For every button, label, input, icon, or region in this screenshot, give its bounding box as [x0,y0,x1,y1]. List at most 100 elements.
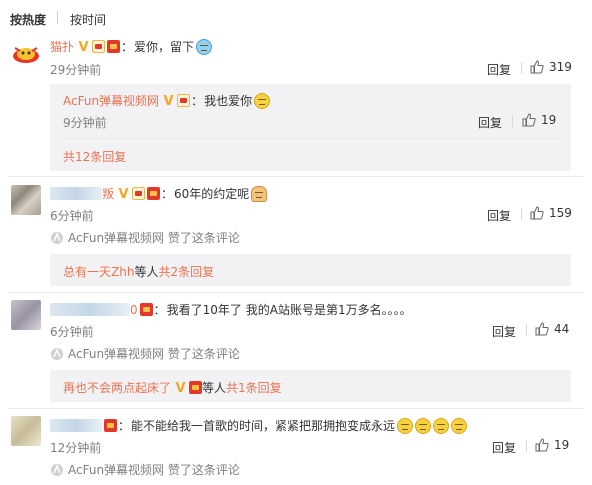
separator [521,208,522,220]
sub-reply-username[interactable]: AcFun弹幕视频网 [63,92,159,109]
separator [526,440,527,452]
sort-by-hot-tab[interactable]: 按热度 [10,11,46,28]
shy-emoji-icon [254,92,271,109]
comment-2-time: 6分钟前 [50,209,94,223]
vip-badge-icon [92,40,106,53]
colon: ： [121,40,134,54]
divider [60,138,561,139]
comment-1-like-count: 319 [549,60,572,74]
comment-3-time: 6分钟前 [50,325,94,339]
reply-user-link[interactable]: 总有一天Zhh [63,263,134,280]
shy-emoji-icon [451,417,468,434]
blurred-username [50,187,102,200]
crying-emoji-icon [196,38,213,55]
comment-4-reply-button[interactable]: 回复 [492,439,516,456]
comment-4-text: 能不能给我一首歌的时间，紧紧把那拥抱变成永远 [131,419,396,433]
comment-2-line: 叛 V ： 60年的约定呢 [50,185,268,202]
separator [526,324,527,336]
separator [512,115,513,127]
comment-4-time: 12分钟前 [50,441,102,455]
verified-v-icon: V [163,94,174,109]
comment-3-like-count: 44 [554,322,570,336]
comment-1-like-button[interactable]: 319 [530,60,572,74]
red-badge-icon [104,419,117,432]
acfun-logo-icon [51,463,63,476]
comment-1-line: 猫扑 V ： 爱你，留下 [50,38,213,55]
shy-emoji-icon [397,417,414,434]
sub-reply-text: 我也爱你 [204,94,253,108]
sort-separator [57,11,58,24]
shy-emoji-icon [433,417,450,434]
colon: ： [153,303,166,317]
divider [8,176,584,177]
vip-badge-icon [177,94,191,107]
comment-3-username[interactable]: 0 [130,303,138,317]
shy-emoji-icon [415,417,432,434]
comment-4-liked-by: AcFun弹幕视频网 赞了这条评论 [50,461,240,478]
comment-3-replies-summary: 再也不会两点起床了 V 等人 共1条回复 [63,379,282,396]
verified-v-icon: V [78,40,89,55]
separator [521,62,522,74]
comment-4-line: ： 能不能给我一首歌的时间，紧紧把那拥抱变成永远 [50,417,468,434]
divider [8,408,584,409]
red-badge-icon [139,303,153,316]
comment-4-like-count: 19 [554,438,570,452]
comment-1-text: 爱你，留下 [134,40,195,54]
red-badge-icon [147,187,161,200]
comment-3-liked-by: AcFun弹幕视频网 赞了这条评论 [50,345,240,362]
thumb-up-icon [535,322,549,336]
reply-user-link[interactable]: 再也不会两点起床了 [63,379,171,396]
colon: ： [161,187,174,201]
comment-2-reply-button[interactable]: 回复 [487,207,511,224]
liked-by-text: AcFun弹幕视频网 赞了这条评论 [68,463,240,477]
comment-4-like-button[interactable]: 19 [535,438,569,452]
comment-3-line: 0 ： 我看了10年了 我的A站账号是第1万多名。。。。 [50,301,412,318]
comment-3-more-replies-link[interactable]: 共1条回复 [226,379,282,396]
thumb-up-icon [530,60,544,74]
red-badge-icon [189,381,203,394]
comment-2-username[interactable]: 叛 [102,185,114,202]
liked-by-text: AcFun弹幕视频网 赞了这条评论 [68,231,240,245]
avatar-comment-2[interactable] [11,185,41,215]
vip-badge-icon [132,187,146,200]
comment-1-sub-line: AcFun弹幕视频网 V ： 我也爱你 [63,92,271,109]
replies-mid-text: 等人 [202,381,227,395]
acfun-logo-icon [51,231,63,244]
colon: ： [191,94,204,108]
comment-2-replies-summary: 总有一天Zhh 等人 共2条回复 [63,263,214,280]
sub-reply-time: 9分钟前 [63,116,107,130]
comment-2-more-replies-link[interactable]: 共2条回复 [158,263,214,280]
colon: ： [118,419,131,433]
blurred-username [50,303,130,316]
comment-1-reply-button[interactable]: 回复 [487,61,511,78]
acfun-logo-icon [51,347,63,360]
person-emoji-icon [251,185,268,202]
thumb-up-icon [535,438,549,452]
divider [8,292,584,293]
replies-mid-text: 等人 [134,265,159,279]
verified-v-icon: V [175,381,186,396]
thumb-up-icon [530,206,544,220]
comment-2-like-button[interactable]: 159 [530,206,572,220]
comment-1-more-replies-link[interactable]: 共12条回复 [63,148,126,165]
comment-3-like-button[interactable]: 44 [535,322,569,336]
comment-3-reply-button[interactable]: 回复 [492,323,516,340]
sub-reply-reply-button[interactable]: 回复 [478,114,502,131]
avatar-comment-3[interactable] [11,300,41,330]
red-badge-icon [107,40,121,53]
maopu-logo-icon [13,47,39,63]
avatar-maopu[interactable] [11,39,41,69]
sub-reply-like-button[interactable]: 19 [522,113,556,127]
comment-2-text: 60年的约定呢 [174,187,250,201]
verified-v-icon: V [118,187,129,202]
avatar-comment-4[interactable] [11,416,41,446]
comment-1-username[interactable]: 猫扑 [50,38,74,55]
liked-by-text: AcFun弹幕视频网 赞了这条评论 [68,347,240,361]
sub-reply-like-count: 19 [541,113,557,127]
thumb-up-icon [522,113,536,127]
comment-1-time: 29分钟前 [50,63,102,77]
comment-2-like-count: 159 [549,206,572,220]
sort-by-time-tab[interactable]: 按时间 [70,11,106,28]
blurred-username[interactable] [50,419,102,432]
comment-2-liked-by: AcFun弹幕视频网 赞了这条评论 [50,229,240,246]
